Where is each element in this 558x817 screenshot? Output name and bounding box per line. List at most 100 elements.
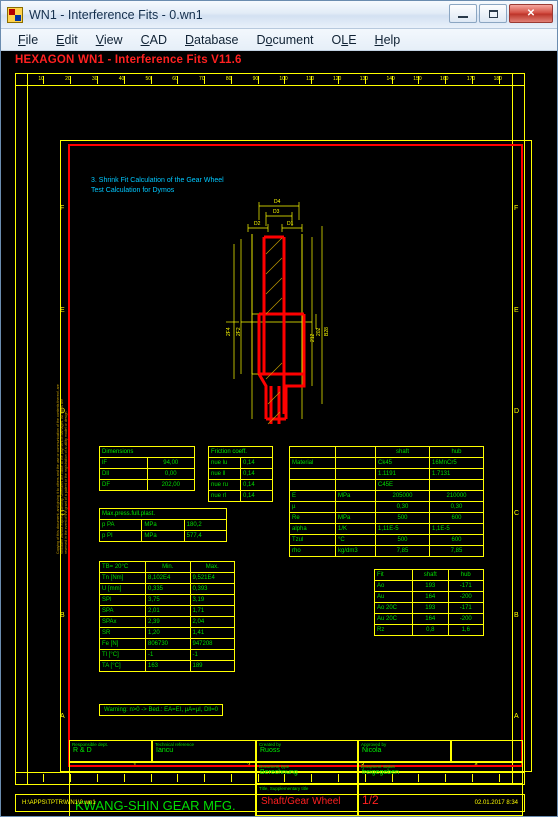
cell-label: rho [289, 545, 336, 557]
menu-label-ole: E [348, 32, 357, 47]
tb-docstatus: Document status freigegeben [358, 762, 523, 784]
table-row: SR 1,20 1,41 [99, 627, 235, 639]
cell-unit [335, 468, 376, 480]
tb-blank-topright [451, 740, 523, 762]
tb-created: Created by Ruoss [256, 740, 358, 762]
cell-value: 0,14 [240, 490, 273, 502]
cell-label: p PI [98, 530, 143, 542]
table-row: Fe [N] 806730 947208 [99, 638, 235, 650]
cell-shaft: 193 [412, 602, 449, 614]
menu-label-database: atabase [194, 32, 239, 47]
cell-max: 189 [189, 660, 235, 672]
drawing-title: 3. Shrink Fit Calculation of the Gear Wh… [91, 176, 224, 196]
tb-responsible-value: R & D [73, 747, 92, 754]
table-fit: Fit shaft hub Ao 193 -171 Au 164 -200 Ao 20C… [374, 569, 484, 636]
minimize-button[interactable] [449, 4, 477, 23]
material-header-shaft: shaft [375, 446, 430, 458]
cell-min: 2,01 [145, 605, 191, 617]
menu-item-ole[interactable]: OLE [323, 31, 366, 49]
ruler-label-top: 70 [199, 76, 205, 82]
app-icon [7, 6, 23, 23]
cell-label: Au 20C [374, 613, 413, 625]
cell-shaft: 164 [412, 613, 449, 625]
warning-box: Warning: n>0 -> Bed.: EA=EI, µA=µI, Dll=… [99, 704, 223, 716]
table-row: Re MPa 500 600 [289, 512, 484, 524]
drawing-title-line1: 3. Shrink Fit Calculation of the Gear Wh… [91, 177, 224, 184]
cell-label: Tn [Nm] [99, 572, 146, 584]
cell-shaft: 0,30 [375, 501, 430, 513]
dimensions-title: Dimensions [99, 446, 195, 458]
cell-shaft: 205000 [375, 490, 430, 502]
cell-label: nue lu [208, 457, 241, 469]
table-maxpress: Max.press.full.plast. p PA MPa 180,2 p PI M… [98, 508, 228, 542]
material-header-1 [335, 446, 376, 458]
cell-label: Tl [°C] [99, 649, 146, 661]
table-row: nue ll 0,14 [208, 468, 273, 480]
cell-label: TA [°C] [99, 660, 146, 672]
cell-value: 0,14 [240, 468, 273, 480]
tb-docstatus-value: freigegeben [362, 769, 399, 776]
table-row: rho kg/dm3 7,85 7,85 [289, 545, 484, 557]
ruler-tick-bottom [43, 774, 45, 782]
table-material: shaft hub Material Ck45 16MnCr5 1.1191 1.71… [289, 446, 484, 557]
table-row: Rz 0,8 1,6 [374, 624, 484, 636]
cell-hub: 16MnCr5 [429, 457, 484, 469]
cell-value: 0,00 [146, 468, 195, 480]
ruler-label-top: 120 [332, 76, 342, 82]
table-friction: Friction coeff. nue lu 0,14 nue ll 0,14 nu… [208, 446, 273, 502]
cell-hub: -200 [447, 591, 484, 603]
menu-item-document[interactable]: Document [248, 31, 323, 49]
results-header-2: Max. [189, 561, 235, 573]
results-header-0: TB= 20°C [99, 561, 146, 573]
menu-item-database[interactable]: Database [176, 31, 248, 49]
menu-item-view[interactable]: View [87, 31, 132, 49]
menu-item-file[interactable]: File [9, 31, 47, 49]
cell-value: 94,00 [146, 457, 195, 469]
cell-hub: 7,85 [429, 545, 484, 557]
cell-label: Dll [99, 468, 148, 480]
cell-hub: 1,6 [447, 624, 484, 636]
ruler-label-top: 170 [466, 76, 476, 82]
window-controls: ✕ [449, 4, 553, 23]
cell-label: SR [99, 627, 146, 639]
cell-label: Tzul [289, 534, 336, 546]
ruler-label-top: 20 [65, 76, 71, 82]
cell-hub: 210000 [429, 490, 484, 502]
cell-label: Material [289, 457, 336, 469]
cell-shaft: Ck45 [375, 457, 430, 469]
fit-header-shaft: shaft [412, 569, 449, 581]
cell-unit [335, 501, 376, 513]
cell-shaft: 500 [375, 512, 430, 524]
menu-item-edit[interactable]: Edit [47, 31, 87, 49]
tb-supptitle-label: Title, Supplementary title [259, 786, 309, 791]
ruler-label-top: 80 [225, 76, 232, 82]
cell-min: 163 [145, 660, 191, 672]
cell-max: 2,04 [189, 616, 235, 628]
cell-max: 0,393 [189, 583, 235, 595]
close-button[interactable]: ✕ [509, 4, 553, 23]
cell-min: 2,39 [145, 616, 191, 628]
fit-header-hub: hub [447, 569, 484, 581]
material-header-hub: hub [429, 446, 484, 458]
menu-item-cad[interactable]: CAD [132, 31, 176, 49]
cell-label: SPA [99, 605, 146, 617]
cell-label: U [mm] [99, 583, 146, 595]
menu-item-help[interactable]: Help [366, 31, 410, 49]
table-row: nue ru 0,14 [208, 479, 273, 491]
cell-hub: 0,30 [429, 501, 484, 513]
cad-canvas[interactable]: HEXAGON WN1 - Interference Fits V11.6 10… [1, 51, 557, 816]
table-row: alpha 1/K 1,11E-5 1,1E-5 [289, 523, 484, 535]
window-title: WN1 - Interference Fits - 0.wn1 [29, 7, 203, 22]
cell-label: lF [99, 457, 148, 469]
cell-label: Ao [374, 580, 413, 592]
cell-unit [335, 479, 376, 491]
table-row: TA [°C] 163 189 [99, 660, 235, 672]
ruler-label-top: 160 [440, 76, 449, 82]
maximize-button[interactable] [479, 4, 507, 23]
ruler-label-top: 90 [252, 76, 259, 82]
cell-unit: MPa [141, 530, 185, 542]
table-row: DF 202,00 [99, 479, 195, 491]
cell-label [289, 468, 336, 480]
ruler-label-top: 110 [306, 76, 315, 82]
menu-label-help: elp [383, 32, 401, 47]
